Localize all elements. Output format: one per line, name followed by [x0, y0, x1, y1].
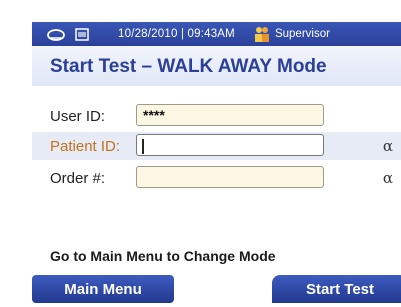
device-screen: 10/28/2010 | 09:43AM Supervisor Start Te…: [10, 0, 401, 307]
order-label: Order #:: [50, 170, 106, 187]
text-cursor: [142, 138, 144, 154]
user-id-field[interactable]: ****: [136, 104, 324, 126]
user-id-label: User ID:: [50, 108, 106, 125]
user-icon: [253, 26, 271, 42]
mode-hint: Go to Main Menu to Change Mode: [50, 248, 276, 264]
patient-id-field[interactable]: [136, 134, 324, 156]
order-row: Order #: α: [32, 164, 401, 192]
order-alpha-button[interactable]: α: [375, 167, 401, 189]
order-field[interactable]: [136, 166, 324, 188]
datetime: 10/28/2010 | 09:43AM: [118, 28, 235, 40]
sd-card-icon: [74, 27, 90, 41]
patient-id-row: Patient ID: α: [32, 132, 401, 160]
status-bar: 10/28/2010 | 09:43AM Supervisor: [32, 22, 401, 46]
user-role: Supervisor: [274, 28, 330, 40]
main-menu-button[interactable]: Main Menu: [32, 275, 174, 303]
cloud-icon: [46, 27, 66, 41]
test-form: User ID: **** Patient ID: α Order #: α: [32, 86, 401, 246]
patient-id-alpha-button[interactable]: α: [375, 135, 401, 157]
title-bar: Start Test – WALK AWAY Mode: [32, 46, 401, 86]
page-title: Start Test – WALK AWAY Mode: [50, 56, 327, 77]
patient-id-label: Patient ID:: [50, 138, 121, 155]
start-test-button[interactable]: Start Test: [272, 275, 401, 303]
button-bar: Main Menu Start Test: [32, 275, 401, 307]
user-id-row: User ID: ****: [32, 102, 401, 130]
